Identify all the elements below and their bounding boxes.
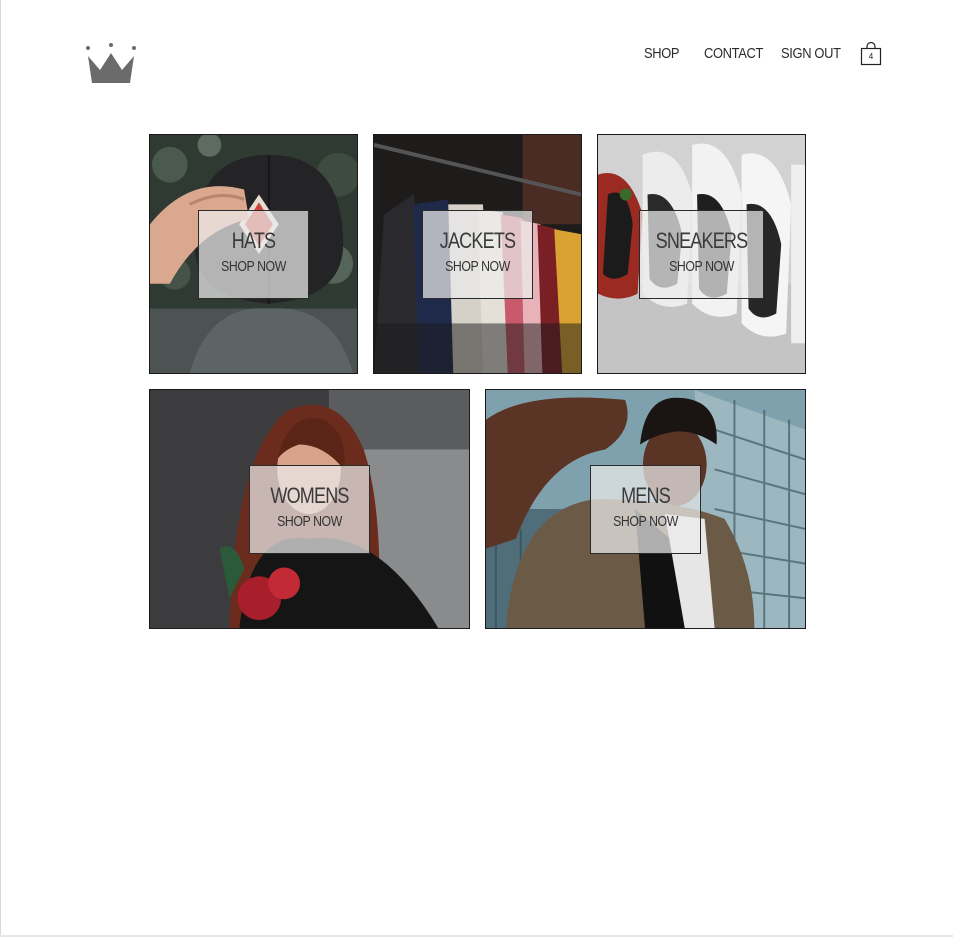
cart-count: 4 bbox=[868, 52, 874, 61]
shop-now-link[interactable]: SHOP NOW bbox=[209, 257, 298, 277]
page-border-left bbox=[0, 0, 1, 937]
shop-now-link[interactable]: SHOP NOW bbox=[261, 512, 359, 532]
category-tile-womens[interactable]: WOMENS SHOP NOW bbox=[149, 389, 470, 629]
category-label-box: MENS SHOP NOW bbox=[590, 465, 701, 554]
category-title: JACKETS bbox=[439, 228, 516, 253]
category-tile-jackets[interactable]: JACKETS SHOP NOW bbox=[373, 134, 582, 374]
category-title: WOMENS bbox=[270, 483, 349, 508]
category-label-box: WOMENS SHOP NOW bbox=[249, 465, 370, 554]
category-title: HATS bbox=[231, 228, 276, 253]
cart-button[interactable]: 4 bbox=[860, 41, 882, 66]
category-label-box: HATS SHOP NOW bbox=[198, 210, 309, 299]
category-title: MENS bbox=[621, 483, 671, 508]
category-tile-mens[interactable]: MENS SHOP NOW bbox=[485, 389, 806, 629]
shop-now-link[interactable]: SHOP NOW bbox=[651, 257, 752, 277]
main-nav: SHOP CONTACT SIGN OUT bbox=[620, 44, 890, 66]
crown-logo-icon[interactable] bbox=[84, 42, 138, 86]
category-title: SNEAKERS bbox=[655, 228, 749, 253]
category-label-box: SNEAKERS SHOP NOW bbox=[639, 210, 764, 299]
nav-contact-link[interactable]: CONTACT bbox=[704, 44, 763, 64]
category-label-box: JACKETS SHOP NOW bbox=[422, 210, 533, 299]
nav-sign-out-link[interactable]: SIGN OUT bbox=[781, 44, 841, 64]
category-tile-sneakers[interactable]: SNEAKERS SHOP NOW bbox=[597, 134, 806, 374]
shop-now-link[interactable]: SHOP NOW bbox=[601, 512, 690, 532]
shop-now-link[interactable]: SHOP NOW bbox=[433, 257, 522, 277]
category-tile-hats[interactable]: HATS SHOP NOW bbox=[149, 134, 358, 374]
nav-shop-link[interactable]: SHOP bbox=[644, 44, 680, 64]
